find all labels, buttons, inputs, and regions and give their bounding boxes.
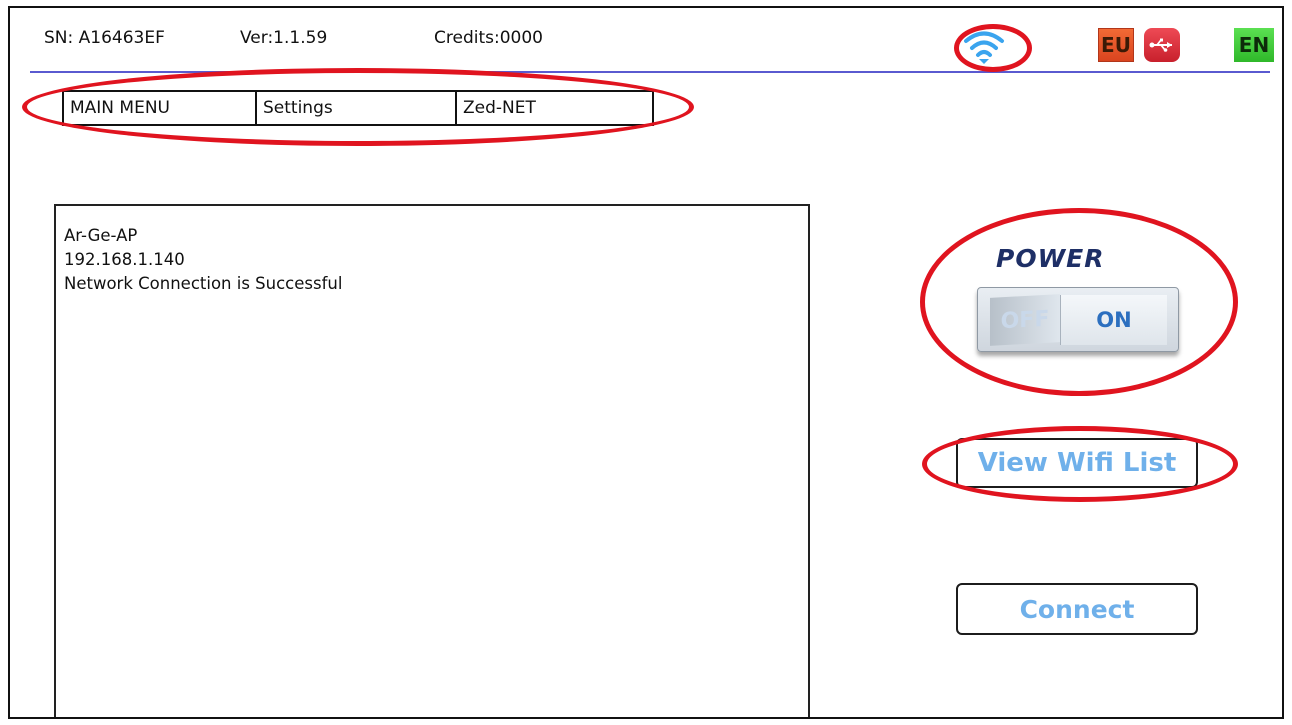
en-language-icon[interactable]: EN bbox=[1234, 28, 1274, 62]
power-on-label: ON bbox=[1060, 295, 1167, 345]
network-ssid: Ar-Ge-AP bbox=[64, 226, 138, 245]
connection-status-message: Network Connection is Successful bbox=[64, 274, 343, 293]
view-wifi-list-button[interactable]: View Wifi List bbox=[956, 438, 1198, 488]
credits-counter: Credits:0000 bbox=[434, 28, 543, 48]
network-status-panel: Ar-Ge-AP 192.168.1.140 Network Connectio… bbox=[54, 204, 810, 717]
power-title: POWER bbox=[996, 244, 1105, 273]
serial-number: SN: A16463EF bbox=[44, 28, 165, 48]
tab-main-menu[interactable]: MAIN MENU bbox=[64, 92, 257, 124]
ip-address: 192.168.1.140 bbox=[64, 250, 185, 269]
power-toggle-switch[interactable]: OFF ON bbox=[977, 287, 1179, 352]
tab-settings[interactable]: Settings bbox=[257, 92, 457, 124]
power-off-label: OFF bbox=[990, 294, 1060, 346]
menu-tabs: MAIN MENU Settings Zed-NET bbox=[62, 90, 654, 126]
header-divider bbox=[30, 71, 1270, 73]
connect-button[interactable]: Connect bbox=[956, 583, 1198, 635]
wifi-icon[interactable] bbox=[962, 28, 1006, 66]
device-screen: SN: A16463EF Ver:1.1.59 Credits:0000 EU … bbox=[8, 6, 1284, 719]
usb-icon[interactable] bbox=[1144, 28, 1180, 62]
eu-region-icon[interactable]: EU bbox=[1098, 28, 1134, 62]
eu-region-label: EU bbox=[1101, 33, 1131, 57]
tab-zed-net[interactable]: Zed-NET bbox=[457, 92, 654, 124]
firmware-version: Ver:1.1.59 bbox=[240, 28, 328, 48]
en-language-label: EN bbox=[1238, 33, 1270, 57]
